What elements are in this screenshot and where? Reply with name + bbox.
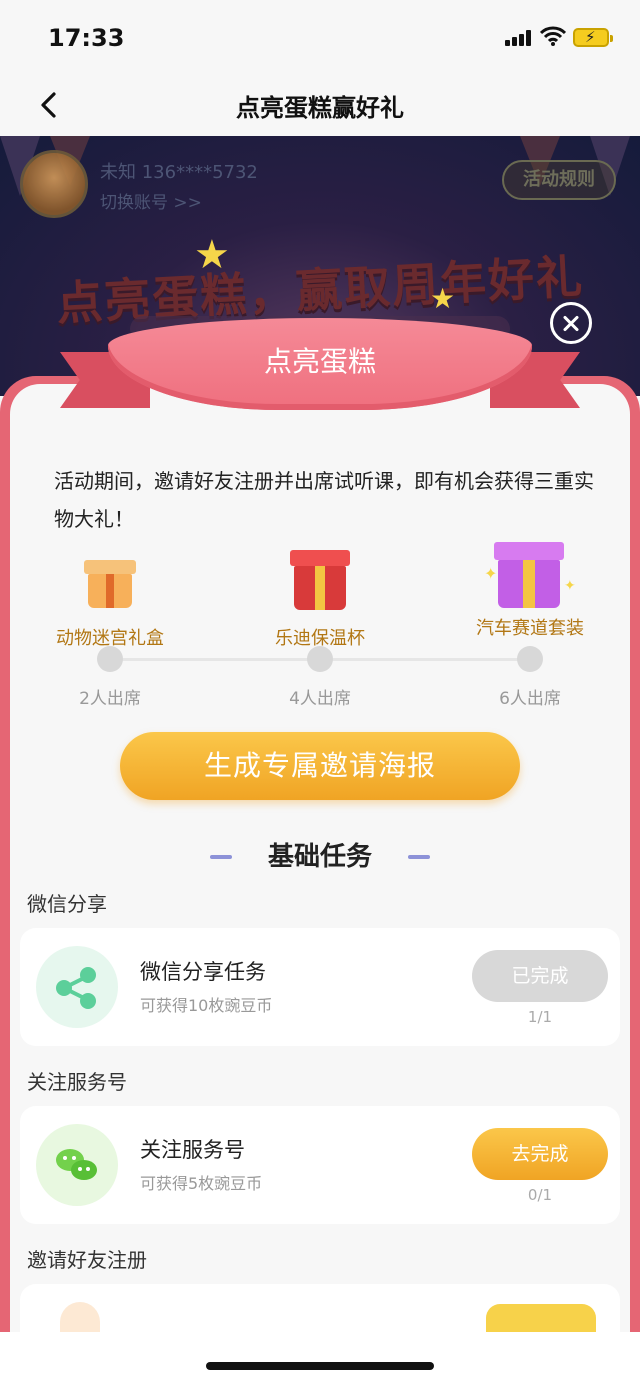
task-go-button[interactable]: 去完成 bbox=[472, 1128, 608, 1180]
group-label: 关注服务号 bbox=[27, 1070, 127, 1094]
task-desc: 可获得5枚豌豆币 bbox=[140, 1174, 263, 1193]
generate-poster-button[interactable]: 生成专属邀请海报 bbox=[120, 732, 520, 800]
section-divider bbox=[408, 855, 430, 859]
gift-box-icon bbox=[84, 560, 136, 608]
signal-icon bbox=[505, 30, 531, 46]
nav-bar: 点亮蛋糕赢好礼 bbox=[0, 76, 640, 136]
wechat-icon bbox=[36, 1124, 118, 1206]
milestone-label: 2人出席 bbox=[79, 689, 141, 709]
gift-box-icon bbox=[494, 542, 564, 608]
home-indicator bbox=[206, 1362, 434, 1370]
group-label: 微信分享 bbox=[27, 892, 107, 916]
star-icon: ★ bbox=[194, 232, 230, 278]
intro-text: 活动期间，邀请好友注册并出席试听课，即有机会获得三重实物大礼！ bbox=[54, 469, 594, 531]
section-title: 基础任务 bbox=[267, 842, 372, 872]
milestone-label: 6人出席 bbox=[499, 689, 561, 709]
group-label: 邀请好友注册 bbox=[27, 1248, 147, 1272]
sparkle-icon: ✦ bbox=[564, 578, 576, 594]
battery-icon: ⚡ bbox=[573, 28, 613, 47]
status-time: 17:33 bbox=[48, 24, 125, 52]
progress-dot bbox=[517, 646, 543, 672]
progress-dot bbox=[307, 646, 333, 672]
task-progress: 1/1 bbox=[527, 1008, 553, 1026]
page-title: 点亮蛋糕赢好礼 bbox=[236, 94, 404, 122]
share-icon bbox=[36, 946, 118, 1028]
gift-box-icon bbox=[290, 550, 350, 610]
task-desc: 可获得10枚豌豆币 bbox=[140, 996, 273, 1015]
task-go-button[interactable] bbox=[486, 1304, 596, 1332]
task-card-share: 微信分享任务 可获得10枚豌豆币 已完成 1/1 bbox=[20, 928, 620, 1046]
avatar[interactable] bbox=[20, 150, 88, 218]
milestone-label: 4人出席 bbox=[289, 689, 351, 709]
progress-dot bbox=[97, 646, 123, 672]
rules-button[interactable]: 活动规则 bbox=[502, 160, 616, 200]
sparkle-icon: ✦ bbox=[484, 564, 498, 583]
ribbon: 点亮蛋糕 bbox=[60, 312, 580, 440]
invite-icon bbox=[60, 1302, 100, 1332]
task-title: 微信分享任务 bbox=[140, 960, 266, 984]
home-area bbox=[0, 1332, 640, 1385]
star-icon: ★ bbox=[430, 282, 456, 315]
reward-label: 汽车赛道套装 bbox=[476, 618, 584, 639]
user-name: 未知 136****5732 bbox=[100, 162, 258, 183]
task-title: 关注服务号 bbox=[140, 1138, 245, 1162]
ribbon-title: 点亮蛋糕 bbox=[263, 345, 376, 378]
close-button[interactable] bbox=[550, 302, 592, 344]
switch-account-link[interactable]: 切换账号 >> bbox=[100, 188, 202, 213]
task-progress: 0/1 bbox=[527, 1186, 553, 1204]
status-bar: 17:33 ⚡ bbox=[0, 0, 640, 76]
wifi-icon bbox=[540, 26, 566, 46]
task-card-follow: 关注服务号 可获得5枚豌豆币 去完成 0/1 bbox=[20, 1106, 620, 1224]
task-card-invite bbox=[20, 1284, 620, 1332]
task-done-button[interactable]: 已完成 bbox=[472, 950, 608, 1002]
